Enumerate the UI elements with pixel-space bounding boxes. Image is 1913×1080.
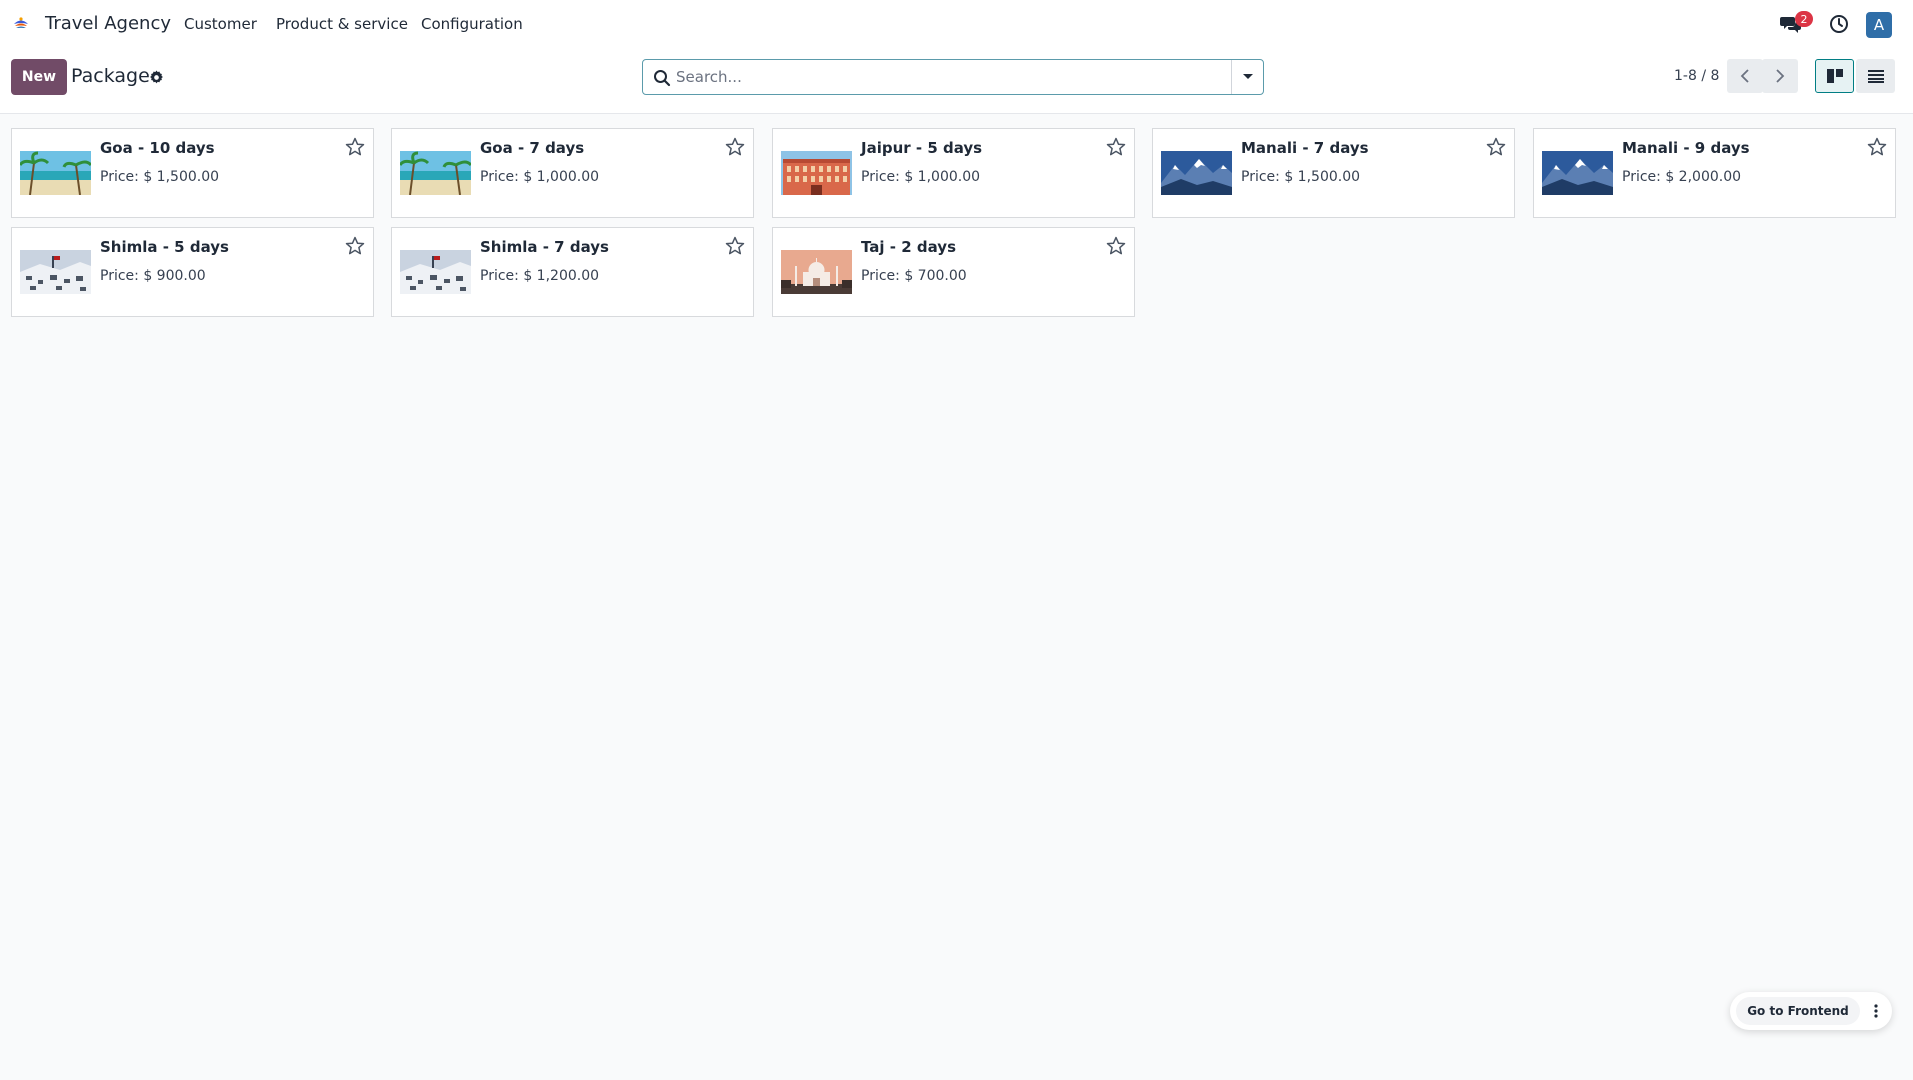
app-logo-icon[interactable] xyxy=(11,14,31,34)
kebab-menu-icon xyxy=(1874,1004,1878,1018)
package-card[interactable]: Goa - 7 days Price: $ 1,000.00 xyxy=(391,128,754,218)
page-title: Package xyxy=(71,65,150,87)
favorite-star-icon[interactable] xyxy=(725,137,745,157)
favorite-star-icon[interactable] xyxy=(1486,137,1506,157)
clock-icon xyxy=(1830,15,1848,33)
pager-next-button[interactable] xyxy=(1762,59,1798,93)
go-to-frontend-button[interactable]: Go to Frontend xyxy=(1736,997,1860,1025)
package-card[interactable]: Manali - 7 days Price: $ 1,500.00 xyxy=(1152,128,1515,218)
chevron-left-icon xyxy=(1740,69,1749,83)
list-icon xyxy=(1867,70,1884,83)
package-image xyxy=(20,250,91,294)
gear-icon xyxy=(149,69,163,83)
list-view-button[interactable] xyxy=(1856,59,1895,93)
favorite-star-icon[interactable] xyxy=(1106,236,1126,256)
menu-customer[interactable]: Customer xyxy=(184,15,257,33)
favorite-star-icon[interactable] xyxy=(1867,137,1887,157)
package-name: Taj - 2 days xyxy=(861,238,956,256)
chevron-right-icon xyxy=(1776,69,1785,83)
palace-image-icon xyxy=(781,151,852,195)
package-name: Manali - 9 days xyxy=(1622,139,1750,157)
pager-previous-button[interactable] xyxy=(1727,59,1763,93)
beach-image-icon xyxy=(20,151,91,195)
beach-image-icon xyxy=(400,151,471,195)
package-card[interactable]: Taj - 2 days Price: $ 700.00 xyxy=(772,227,1135,317)
package-price: Price: $ 2,000.00 xyxy=(1622,169,1742,185)
more-options-button[interactable] xyxy=(1864,997,1888,1025)
package-card[interactable]: Manali - 9 days Price: $ 2,000.00 xyxy=(1533,128,1896,218)
caret-down-icon xyxy=(1242,74,1253,79)
package-name: Manali - 7 days xyxy=(1241,139,1369,157)
favorite-star-icon[interactable] xyxy=(345,236,365,256)
search-input[interactable] xyxy=(676,61,1221,93)
search-options-toggle[interactable] xyxy=(1231,60,1263,94)
package-name: Jaipur - 5 days xyxy=(861,139,983,157)
package-name: Goa - 10 days xyxy=(100,139,215,157)
package-price: Price: $ 900.00 xyxy=(100,268,206,284)
package-image xyxy=(400,151,471,195)
package-card[interactable]: Shimla - 5 days Price: $ 900.00 xyxy=(11,227,374,317)
package-price: Price: $ 1,200.00 xyxy=(480,268,600,284)
package-price: Price: $ 700.00 xyxy=(861,268,967,284)
search-bar xyxy=(642,59,1264,95)
package-price: Price: $ 1,000.00 xyxy=(861,169,981,185)
kanban-icon xyxy=(1826,69,1843,83)
app-name[interactable]: Travel Agency xyxy=(45,13,171,34)
pager-value[interactable]: 1-8 / 8 xyxy=(1674,68,1719,84)
search-icon xyxy=(654,70,671,87)
package-card[interactable]: Goa - 10 days Price: $ 1,500.00 xyxy=(11,128,374,218)
package-price: Price: $ 1,500.00 xyxy=(100,169,220,185)
taj-mahal-image-icon xyxy=(781,250,852,294)
package-name: Shimla - 5 days xyxy=(100,238,229,256)
package-image xyxy=(20,151,91,195)
package-image xyxy=(781,250,852,294)
activity-button[interactable] xyxy=(1828,13,1850,35)
package-card[interactable]: Shimla - 7 days Price: $ 1,200.00 xyxy=(391,227,754,317)
snow-town-image-icon xyxy=(20,250,91,294)
package-image xyxy=(400,250,471,294)
menu-configuration[interactable]: Configuration xyxy=(421,15,523,33)
mountains-image-icon xyxy=(1161,151,1232,195)
user-avatar[interactable]: A xyxy=(1866,12,1892,38)
messages-count-badge: 2 xyxy=(1795,11,1813,27)
top-navbar: Travel Agency Customer Product & service… xyxy=(0,0,1913,49)
snow-town-image-icon xyxy=(400,250,471,294)
floating-action-bar: Go to Frontend xyxy=(1730,992,1892,1030)
package-image xyxy=(1542,151,1613,195)
favorite-star-icon[interactable] xyxy=(1106,137,1126,157)
actions-gear-button[interactable] xyxy=(147,68,165,86)
package-card[interactable]: Jaipur - 5 days Price: $ 1,000.00 xyxy=(772,128,1135,218)
package-price: Price: $ 1,000.00 xyxy=(480,169,600,185)
package-image xyxy=(781,151,852,195)
favorite-star-icon[interactable] xyxy=(345,137,365,157)
kanban-view-button[interactable] xyxy=(1815,59,1854,93)
menu-product-service[interactable]: Product & service xyxy=(276,15,408,33)
control-panel: New Package 1-8 / 8 xyxy=(0,49,1913,114)
package-name: Shimla - 7 days xyxy=(480,238,609,256)
package-price: Price: $ 1,500.00 xyxy=(1241,169,1361,185)
favorite-star-icon[interactable] xyxy=(725,236,745,256)
mountains-image-icon xyxy=(1542,151,1613,195)
package-name: Goa - 7 days xyxy=(480,139,585,157)
new-button[interactable]: New xyxy=(11,59,67,95)
package-image xyxy=(1161,151,1232,195)
